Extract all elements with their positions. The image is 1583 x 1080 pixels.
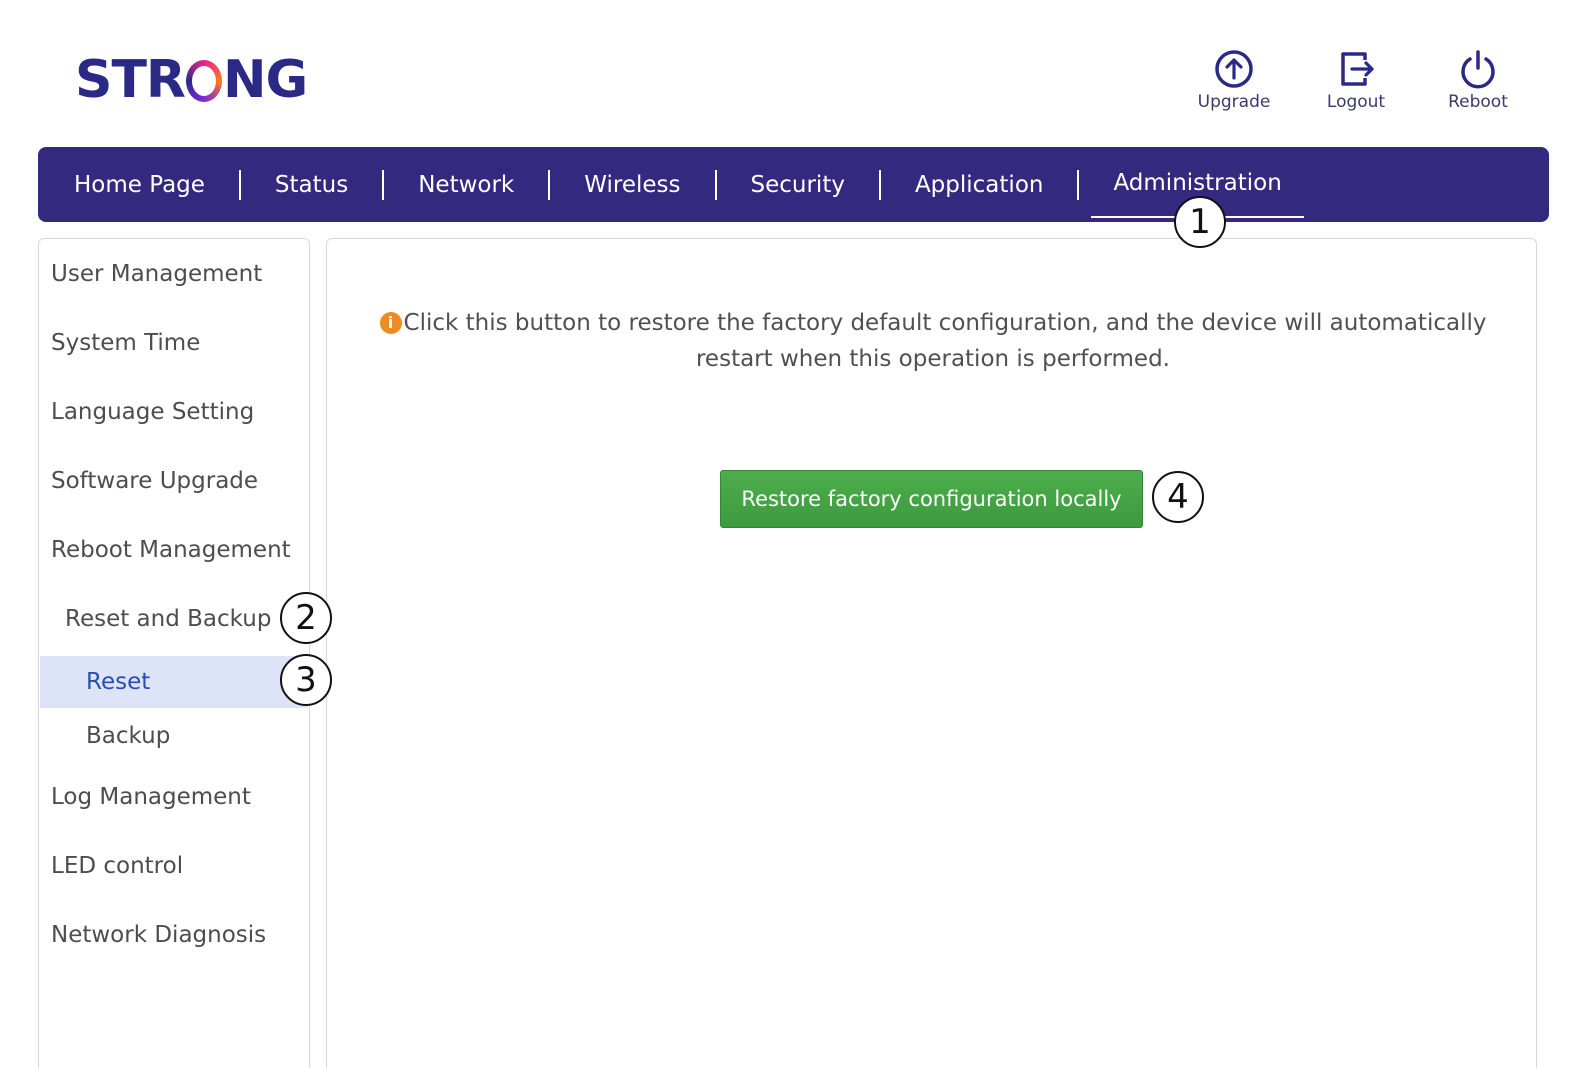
sidebar-item-reset-and-backup[interactable]: Reset and Backup — [65, 606, 271, 632]
main-nav: Home Page Status Network Wireless Securi… — [38, 147, 1549, 222]
sidebar-item-log-management[interactable]: Log Management — [51, 784, 251, 810]
logout-label: Logout — [1326, 92, 1386, 112]
sidebar-item-reset[interactable]: Reset — [86, 669, 150, 695]
callout-1: 1 — [1174, 196, 1226, 248]
sidebar-item-backup[interactable]: Backup — [86, 723, 170, 749]
nav-divider — [238, 169, 241, 200]
nav-divider — [1077, 169, 1080, 200]
restore-factory-button[interactable]: Restore factory configuration locally — [720, 470, 1143, 528]
sidebar-item-reboot-management[interactable]: Reboot Management — [51, 537, 291, 563]
nav-wireless[interactable]: Wireless — [564, 147, 700, 222]
reset-info-message: i Click this button to restore the factor… — [343, 305, 1523, 377]
nav-security[interactable]: Security — [731, 147, 865, 222]
upgrade-label: Upgrade — [1197, 92, 1271, 112]
nav-divider — [714, 169, 717, 200]
logo-text-right: NG — [222, 50, 308, 110]
info-icon: i — [379, 312, 402, 334]
upload-circle-icon — [1215, 50, 1253, 88]
sidebar-item-user-management[interactable]: User Management — [51, 261, 262, 287]
strong-logo: STR NG — [75, 50, 308, 110]
sidebar-active-highlight — [40, 656, 308, 708]
sidebar-item-led-control[interactable]: LED control — [51, 853, 183, 879]
sidebar-item-network-diagnosis[interactable]: Network Diagnosis — [51, 922, 266, 948]
sidebar-item-system-time[interactable]: System Time — [51, 330, 200, 356]
nav-network[interactable]: Network — [398, 147, 534, 222]
callout-2: 2 — [280, 592, 332, 644]
nav-application[interactable]: Application — [895, 147, 1064, 222]
logout-button[interactable]: Logout — [1317, 48, 1395, 112]
logout-icon — [1341, 52, 1374, 86]
callout-4: 4 — [1152, 471, 1204, 523]
callout-3: 3 — [280, 654, 332, 706]
logo-text-left: STR — [75, 50, 186, 110]
sidebar-item-software-upgrade[interactable]: Software Upgrade — [51, 468, 258, 494]
nav-divider — [548, 169, 551, 200]
upgrade-button[interactable]: Upgrade — [1195, 48, 1273, 112]
nav-divider — [878, 169, 881, 200]
power-icon — [1461, 50, 1495, 89]
reset-panel: i Click this button to restore the factor… — [326, 238, 1537, 1068]
sidebar-item-language-setting[interactable]: Language Setting — [51, 399, 254, 425]
nav-status[interactable]: Status — [255, 147, 368, 222]
nav-divider — [382, 169, 385, 200]
logo-o-icon — [186, 60, 222, 102]
header-actions: Upgrade Logout Reboot — [1195, 48, 1517, 112]
reboot-label: Reboot — [1448, 92, 1508, 112]
reboot-button[interactable]: Reboot — [1439, 48, 1517, 112]
nav-home-page[interactable]: Home Page — [54, 147, 225, 222]
reset-info-text: Click this button to restore the factory… — [403, 310, 1487, 372]
admin-sidebar: User Management System Time Language Set… — [38, 238, 310, 1068]
